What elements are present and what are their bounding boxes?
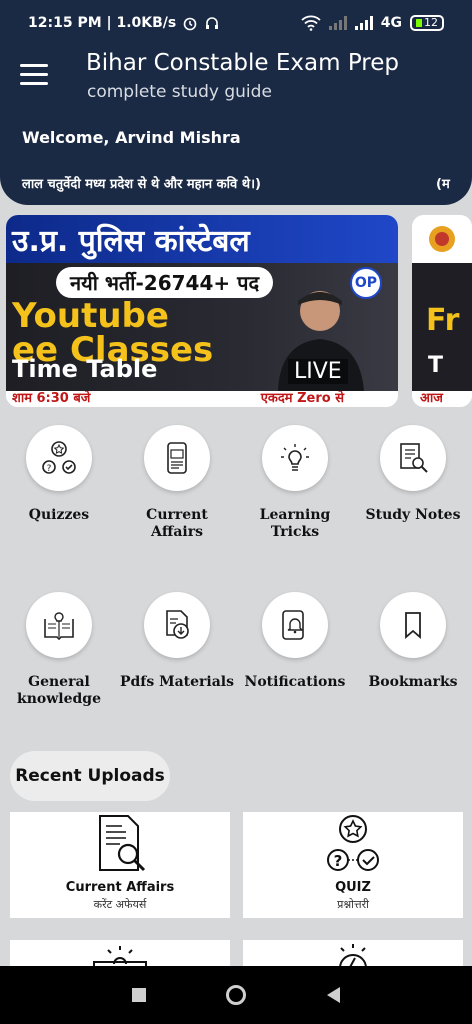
quiz-icon: ? <box>327 815 379 871</box>
status-right: 4G 12 <box>301 15 444 31</box>
menu-quizzes-label: Quizzes <box>28 507 90 523</box>
promo-banner[interactable]: उ.प्र. पुलिस कांस्टेबल नयी भर्ती-26744+ … <box>6 215 398 407</box>
quiz-icon: ? <box>26 425 92 491</box>
signal-weak-icon <box>328 16 347 30</box>
card-quiz-title: QUIZ <box>335 880 371 895</box>
home-button[interactable] <box>225 984 247 1006</box>
card-current-affairs[interactable]: Current Affairs करेंट अफेयर्स <box>10 812 230 918</box>
app-title: Bihar Constable Exam Prep <box>86 50 399 76</box>
banner-next-logo <box>412 215 472 263</box>
battery-indicator: 12 <box>410 15 444 31</box>
svg-text:?: ? <box>334 852 343 870</box>
news-marquee[interactable]: लाल चतुर्वेदी मध्य प्रदेश से थे और महान … <box>22 174 261 192</box>
menu-current-affairs-label: Current Affairs <box>146 507 208 540</box>
system-nav-bar <box>0 966 472 1024</box>
battery-level: 12 <box>424 16 438 29</box>
menu-learning-tricks-label: Learning Tricks <box>259 507 331 540</box>
notes-search-icon <box>380 425 446 491</box>
circle-icon <box>226 985 246 1005</box>
menu-bookmarks[interactable]: Bookmarks <box>354 592 472 691</box>
banner-next-sub: T <box>428 353 444 378</box>
app-subtitle: complete study guide <box>87 82 272 102</box>
network-type: 4G <box>380 15 402 31</box>
menu-general-knowledge[interactable]: General knowledge <box>0 592 118 708</box>
back-triangle-icon <box>327 987 340 1003</box>
menu-study-notes-label: Study Notes <box>365 507 461 523</box>
phone-news-icon <box>144 425 210 491</box>
menu-bookmarks-label: Bookmarks <box>368 674 458 690</box>
menu-pdfs-materials-label: Pdfs Materials <box>119 674 234 690</box>
svg-text:?: ? <box>47 464 52 474</box>
menu-current-affairs[interactable]: Current Affairs <box>118 425 236 541</box>
app-header: Bihar Constable Exam Prep complete study… <box>0 46 472 110</box>
banner-yt-line1: Youtube <box>12 296 169 336</box>
welcome-bar: Welcome, Arvind Mishra लाल चतुर्वेदी मध्… <box>0 110 472 205</box>
news-marquee-tail: (म <box>436 177 450 192</box>
square-icon <box>132 988 146 1002</box>
welcome-text: Welcome, Arvind Mishra <box>22 128 241 147</box>
menu-learning-tricks[interactable]: Learning Tricks <box>236 425 354 541</box>
wifi-icon <box>301 15 321 31</box>
document-search-icon <box>99 815 146 872</box>
bookmark-icon <box>380 592 446 658</box>
status-time: 12:15 PM | 1.0KB/s <box>28 15 177 31</box>
banner-next-text: Fr <box>426 303 460 338</box>
banner-pill: नयी भर्ती-26744+ पद <box>56 267 274 298</box>
banner-next-footer: आज <box>412 391 472 407</box>
status-bar: 12:15 PM | 1.0KB/s 4G 12 <box>0 0 472 46</box>
banner-timetable: Time Table <box>12 355 158 383</box>
card-quiz-sub: प्रश्नोत्तरी <box>337 898 369 911</box>
banner-next-body: Fr T <box>412 263 472 391</box>
banner-footer-left: शाम 6:30 बजे <box>12 391 91 406</box>
menu-quizzes[interactable]: ? Quizzes <box>0 425 118 524</box>
menu-notifications[interactable]: Notifications <box>236 592 354 691</box>
menu-pdfs-materials[interactable]: Pdfs Materials <box>118 592 236 691</box>
menu-study-notes[interactable]: Study Notes <box>354 425 472 524</box>
signal-icon <box>354 16 373 30</box>
status-left: 12:15 PM | 1.0KB/s <box>28 15 220 31</box>
banner-body: नयी भर्ती-26744+ पद OP Youtube ee Classes… <box>6 263 398 391</box>
police-emblem-icon <box>429 226 455 252</box>
banner-footer-right: एकदम Zero से <box>260 391 344 406</box>
recent-uploads-heading: Recent Uploads <box>10 751 170 801</box>
alarm-icon <box>183 17 197 31</box>
card-current-affairs-title: Current Affairs <box>65 880 175 895</box>
banner-next-footer-text: आज <box>420 391 443 406</box>
banner-headline: उ.प्र. पुलिस कांस्टेबल <box>6 215 398 263</box>
card-quiz[interactable]: ? QUIZ प्रश्नोत्तरी <box>243 812 463 918</box>
promo-banner-next[interactable]: Fr T आज <box>412 215 472 407</box>
battery-fill <box>416 19 422 27</box>
recents-button[interactable] <box>131 987 147 1003</box>
back-button[interactable] <box>325 986 341 1004</box>
book-bulb-icon <box>26 592 92 658</box>
menu-notifications-label: Notifications <box>244 674 346 690</box>
card-current-affairs-sub: करेंट अफेयर्स <box>93 898 147 911</box>
bulb-icon <box>262 425 328 491</box>
pdf-download-icon <box>144 592 210 658</box>
headset-icon <box>206 17 219 29</box>
banner-footer: शाम 6:30 बजे एकदम Zero से <box>6 391 398 407</box>
live-badge: LIVE <box>288 359 348 384</box>
hamburger-menu-icon[interactable] <box>20 64 48 88</box>
bell-phone-icon <box>262 592 328 658</box>
menu-general-knowledge-label: General knowledge <box>17 674 101 707</box>
